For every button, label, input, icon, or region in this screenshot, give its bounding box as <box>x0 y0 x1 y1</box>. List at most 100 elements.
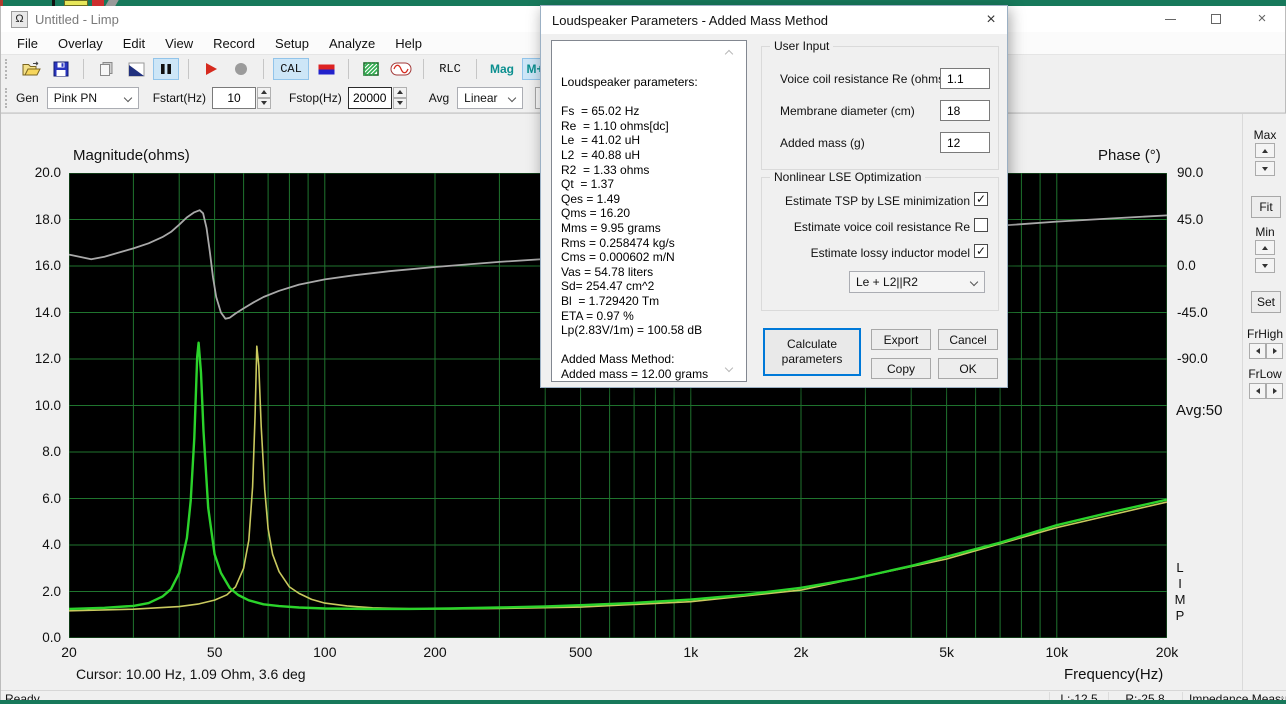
dialog-title-bar[interactable]: Loudspeaker Parameters - Added Mass Meth… <box>541 6 1007 34</box>
arrow-down-icon <box>261 101 267 105</box>
background-window-bottom-edge <box>0 700 1286 704</box>
rlc-button[interactable]: RLC <box>433 58 467 80</box>
red-blue-meter-icon[interactable] <box>313 58 339 80</box>
diameter-field[interactable] <box>940 100 990 121</box>
fstop-label: Fstop(Hz) <box>289 91 342 105</box>
frlow-label: FrLow <box>1243 367 1286 381</box>
cal-label: CAL <box>275 60 307 78</box>
param-line: Added mass = 12.00 grams <box>561 367 746 382</box>
generator-sine-icon[interactable] <box>388 58 414 80</box>
cal-button[interactable]: CAL <box>273 58 309 80</box>
param-line: Bl = 1.729420 Tm <box>561 294 746 309</box>
menu-item-file[interactable]: File <box>7 34 48 53</box>
frequency-tick: 1k <box>683 644 698 660</box>
lse-optimization-group: Nonlinear LSE Optimization Estimate TSP … <box>761 177 999 311</box>
fstart-up-button[interactable] <box>257 87 271 98</box>
loudspeaker-parameters-dialog: Loudspeaker Parameters - Added Mass Meth… <box>540 5 1008 388</box>
app-icon: Ω <box>11 11 28 28</box>
maximize-button[interactable] <box>1193 6 1239 32</box>
frhigh-left-button[interactable] <box>1249 343 1266 359</box>
min-down-button[interactable] <box>1255 258 1275 273</box>
fstop-up-button[interactable] <box>393 87 407 98</box>
fstart-input[interactable] <box>212 87 256 109</box>
fstart-down-button[interactable] <box>257 98 271 109</box>
frequency-tick: 2k <box>794 644 809 660</box>
re-field[interactable] <box>940 68 990 89</box>
menu-item-record[interactable]: Record <box>203 34 265 53</box>
re-field-label: Voice coil resistance Re (ohms) <box>780 72 948 86</box>
toolbar-separator <box>423 59 424 79</box>
chevron-down-icon <box>508 93 516 101</box>
fstart-spin-buttons <box>257 87 271 109</box>
avg-label: Avg <box>429 91 449 105</box>
min-label: Min <box>1243 225 1286 239</box>
magnitude-tick: 2.0 <box>15 584 61 599</box>
mag-label: Mag <box>485 60 519 78</box>
close-icon: × <box>986 11 995 29</box>
toolbar-grip[interactable] <box>5 59 8 79</box>
fstop-down-button[interactable] <box>393 98 407 109</box>
dialog-title: Loudspeaker Parameters - Added Mass Meth… <box>552 13 828 28</box>
check-re[interactable] <box>974 218 988 232</box>
max-up-button[interactable] <box>1255 143 1275 158</box>
frlow-right-button[interactable] <box>1266 383 1283 399</box>
save-icon[interactable] <box>48 58 74 80</box>
fit-button[interactable]: Fit <box>1251 196 1281 218</box>
generator-type-select[interactable]: Pink PN <box>47 87 139 109</box>
check-tsp[interactable]: ✓ <box>974 192 988 206</box>
min-up-button[interactable] <box>1255 240 1275 255</box>
export-label: Export <box>884 333 919 347</box>
param-line: ETA = 0.97 % <box>561 309 746 324</box>
arrow-up-icon <box>1262 149 1268 153</box>
param-line: Qms = 16.20 <box>561 206 746 221</box>
menu-item-overlay[interactable]: Overlay <box>48 34 113 53</box>
menu-item-help[interactable]: Help <box>385 34 432 53</box>
invert-flag-icon[interactable] <box>123 58 149 80</box>
play-icon[interactable] <box>198 58 224 80</box>
menu-item-setup[interactable]: Setup <box>265 34 319 53</box>
level-scale-icon[interactable] <box>358 58 384 80</box>
param-line: Vas = 54.78 liters <box>561 265 746 280</box>
frequency-tick: 20k <box>1156 644 1179 660</box>
mag-button[interactable]: Mag <box>486 58 518 80</box>
open-file-icon[interactable] <box>18 58 44 80</box>
close-button[interactable]: × <box>1239 6 1285 32</box>
frlow-left-button[interactable] <box>1249 383 1266 399</box>
frhigh-right-button[interactable] <box>1266 343 1283 359</box>
dialog-close-button[interactable]: × <box>980 10 1002 30</box>
export-button[interactable]: Export <box>871 329 931 350</box>
record-icon[interactable] <box>228 58 254 80</box>
genbar-grip[interactable] <box>5 88 8 108</box>
added-mass-field[interactable] <box>940 132 990 153</box>
menu-item-view[interactable]: View <box>155 34 203 53</box>
frhigh-label: FrHigh <box>1243 327 1286 341</box>
minimize-button[interactable] <box>1147 6 1193 32</box>
menu-item-edit[interactable]: Edit <box>113 34 155 53</box>
set-button[interactable]: Set <box>1251 291 1281 313</box>
parameters-listbox[interactable]: Loudspeaker parameters: Fs = 65.02 HzRe … <box>551 40 747 382</box>
max-down-button[interactable] <box>1255 161 1275 176</box>
scale-controls: Max Fit Min Set FrHigh FrLow <box>1242 114 1286 691</box>
magnitude-tick: 14.0 <box>15 305 61 320</box>
set-label: Set <box>1257 295 1275 309</box>
copy-icon[interactable] <box>93 58 119 80</box>
magnitude-tick: 16.0 <box>15 258 61 273</box>
calculate-parameters-button[interactable]: Calculate parameters <box>763 328 861 376</box>
pause-icon[interactable] <box>153 58 179 80</box>
copy-button[interactable]: Copy <box>871 358 931 379</box>
ok-button[interactable]: OK <box>938 358 998 379</box>
frhigh-arrows <box>1249 343 1283 359</box>
fstop-input[interactable] <box>348 87 392 109</box>
menu-item-analyze[interactable]: Analyze <box>319 34 385 53</box>
averaging-select[interactable]: Linear <box>457 87 523 109</box>
fstart-stepper <box>212 87 271 109</box>
user-input-group: User Input Voice coil resistance Re (ohm… <box>761 46 999 170</box>
frequency-tick: 200 <box>423 644 446 660</box>
cancel-button[interactable]: Cancel <box>938 329 998 350</box>
inductor-model-select[interactable]: Le + L2||R2 <box>849 271 985 293</box>
param-line: Fs = 65.02 Hz <box>561 104 746 119</box>
scroll-up-icon[interactable] <box>725 50 733 58</box>
check-inductor[interactable]: ✓ <box>974 244 988 258</box>
check-tsp-label: Estimate TSP by LSE minimization <box>770 194 970 208</box>
minimize-icon <box>1165 19 1176 20</box>
